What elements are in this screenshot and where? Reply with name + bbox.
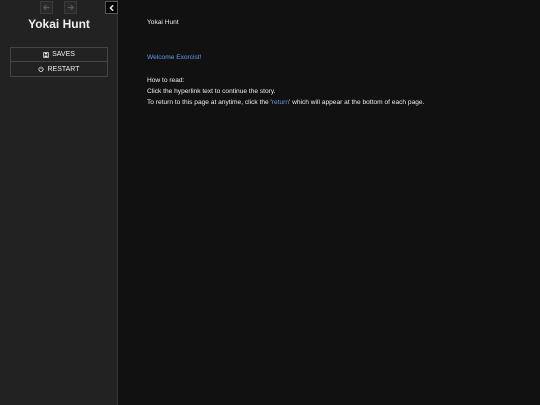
arrow-right-icon xyxy=(67,4,75,11)
instruction-return: To return to this page at anytime, click… xyxy=(147,99,425,106)
story-title: Yokai Hunt xyxy=(28,17,90,31)
restart-label: RESTART xyxy=(47,65,80,73)
power-icon xyxy=(38,66,45,72)
saves-button[interactable]: SAVES xyxy=(10,47,108,62)
return-link[interactable]: return xyxy=(272,99,289,106)
restart-button[interactable]: RESTART xyxy=(10,62,108,77)
sidebar-toggle-button[interactable] xyxy=(105,1,118,14)
sidebar-menu: SAVES RESTART xyxy=(10,47,108,77)
chevron-left-icon xyxy=(108,4,114,11)
instruction-continue: Click the hyperlink text to continue the… xyxy=(147,88,276,95)
passage: Yokai Hunt Welcome Exorcist! How to read… xyxy=(147,17,527,108)
history-back-button[interactable] xyxy=(40,1,53,14)
history-forward-button[interactable] xyxy=(64,1,77,14)
welcome-link[interactable]: Welcome Exorcist! xyxy=(147,54,201,61)
ui-bar: Yokai Hunt SAVES RESTART xyxy=(0,0,118,405)
passage-heading: Yokai Hunt xyxy=(147,19,179,26)
how-to-read-label: How to read: xyxy=(147,77,185,84)
floppy-disk-icon xyxy=(43,51,49,58)
arrow-left-icon xyxy=(42,4,50,11)
saves-label: SAVES xyxy=(52,51,75,58)
